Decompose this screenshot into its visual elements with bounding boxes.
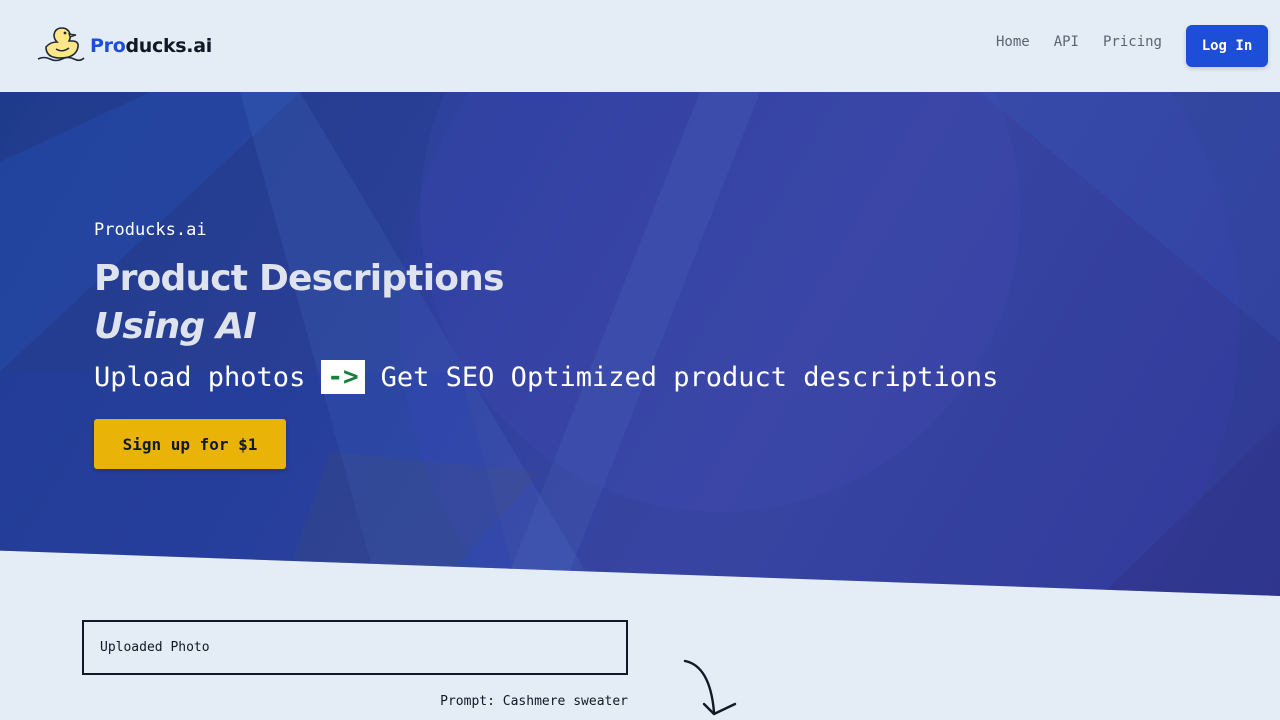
hero-arrow-badge: ->: [321, 360, 365, 394]
hero-subtitle-right: Get SEO Optimized product descriptions: [380, 361, 999, 393]
hero-subtitle: Upload photos -> Get SEO Optimized produ…: [94, 360, 998, 394]
site-header: Producks.ai Home API Pricing Log In: [0, 0, 1280, 92]
duck-icon: [36, 25, 86, 67]
nav-home-link[interactable]: Home: [996, 34, 1030, 50]
logo-text-suffix: ducks.ai: [125, 35, 212, 57]
uploaded-photo-box[interactable]: Uploaded Photo: [82, 620, 628, 675]
hero-subtitle-left: Upload photos: [94, 361, 306, 393]
main-nav: Home API Pricing: [996, 34, 1162, 50]
logo-text-prefix: Pro: [90, 35, 126, 57]
nav-api-link[interactable]: API: [1054, 34, 1079, 50]
nav-pricing-link[interactable]: Pricing: [1103, 34, 1162, 50]
prompt-label: Prompt: Cashmere sweater: [440, 694, 628, 709]
logo-link[interactable]: Producks.ai: [36, 26, 212, 66]
hero-kicker: Producks.ai: [94, 220, 207, 240]
curved-arrow-icon: [683, 659, 737, 716]
signup-button[interactable]: Sign up for $1: [94, 419, 286, 469]
hero-title-italic: Using AI: [94, 306, 257, 347]
login-button[interactable]: Log In: [1186, 25, 1268, 67]
hero-title: Product Descriptions: [94, 258, 504, 299]
uploaded-photo-label: Uploaded Photo: [100, 640, 210, 655]
logo-text: Producks.ai: [90, 35, 212, 57]
hero-section: Producks.ai Product Descriptions Using A…: [0, 92, 1280, 596]
